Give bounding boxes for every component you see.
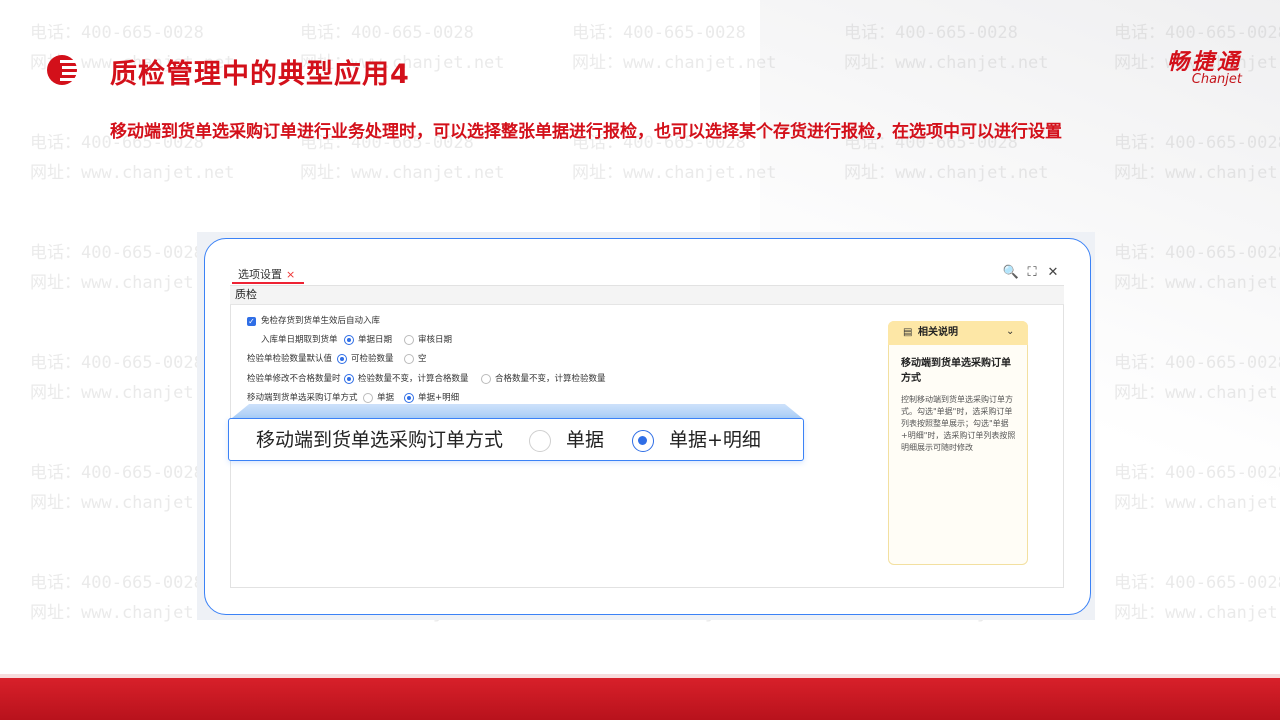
keep-inspect-qty-radio[interactable] <box>344 374 354 384</box>
reject-qty-label: 检验单修改不合格数量时 <box>247 374 341 384</box>
mode-doc-label: 单据 <box>377 393 395 403</box>
watermark-text: 电话：400-665-0028网址：www.chanjet.net <box>1114 463 1280 513</box>
mode-doc-radio[interactable] <box>363 393 373 403</box>
title-logo-icon <box>47 55 78 85</box>
empty-qty-label: 空 <box>418 354 427 364</box>
inspectable-qty-label: 可检验数量 <box>351 354 394 364</box>
section-label: 质检 <box>235 288 257 301</box>
zoom-doc-radio[interactable] <box>529 430 551 452</box>
empty-qty-radio[interactable] <box>404 354 414 364</box>
brand-logo: 畅捷通 Chanjet <box>1167 44 1242 87</box>
audit-date-label: 审核日期 <box>418 335 453 345</box>
help-subtitle: 移动端到货单选采购订单方式 <box>901 358 1011 384</box>
doc-date-label: 单据日期 <box>358 335 393 345</box>
zoom-connector <box>232 404 802 418</box>
audit-date-radio[interactable] <box>404 335 414 345</box>
inspect-qty-label: 检验单检验数量默认值 <box>247 354 333 364</box>
keep-pass-qty-label: 合格数量不变，计算检验数量 <box>495 374 606 384</box>
window-tab-bar <box>230 263 1064 286</box>
document-icon: ▤ <box>903 327 913 338</box>
section-header <box>230 286 1064 305</box>
watermark-text: 电话：400-665-0028网址：www.chanjet.net <box>1114 683 1280 720</box>
watermark-text: 电话：400-665-0028网址：www.chanjet.net <box>844 23 1049 73</box>
maximize-icon[interactable]: ⛶ <box>1023 264 1041 282</box>
doc-date-radio[interactable] <box>344 335 354 345</box>
auto-inbound-label: 免检存货到货单生效后自动入库 <box>261 316 381 326</box>
zoom-doc-detail-label: 单据+明细 <box>669 429 761 451</box>
watermark-text: 电话：400-665-0028网址：www.chanjet.net <box>572 23 777 73</box>
close-icon[interactable]: ✕ <box>1044 264 1062 282</box>
keep-inspect-qty-label: 检验数量不变，计算合格数量 <box>358 374 469 384</box>
zoom-doc-detail-radio[interactable] <box>632 430 654 452</box>
watermark-text: 电话：400-665-0028网址：www.chanjet.net <box>1114 243 1280 293</box>
watermark-text: 电话：400-665-0028网址：www.chanjet.net <box>30 683 235 720</box>
page-title: 质检管理中的典型应用4 <box>110 59 410 90</box>
description-text: 移动端到货单选采购订单进行业务处理时，可以选择整张单据进行报检，也可以选择某个存… <box>110 122 1062 142</box>
mode-doc-detail-label: 单据+明细 <box>418 393 460 403</box>
zoom-doc-label: 单据 <box>566 429 605 451</box>
help-title: 相关说明 <box>918 327 958 338</box>
watermark-text: 电话：400-665-0028网址：www.chanjet.net <box>844 683 1049 720</box>
zoom-mode-label: 移动端到货单选采购订单方式 <box>256 429 504 451</box>
watermark-text: 电话：400-665-0028网址：www.chanjet.net <box>300 683 505 720</box>
search-icon[interactable]: 🔍 <box>1002 264 1020 282</box>
watermark-text: 电话：400-665-0028网址：www.chanjet.net <box>572 683 777 720</box>
mode-doc-detail-radio[interactable] <box>404 393 414 403</box>
inbound-date-label: 入库单日期取到货单 <box>261 335 338 345</box>
keep-pass-qty-radio[interactable] <box>481 374 491 384</box>
mobile-po-mode-label: 移动端到货单选采购订单方式 <box>247 393 358 403</box>
footer-shade <box>0 674 1280 678</box>
footer-band <box>0 678 1280 720</box>
watermark-text: 电话：400-665-0028网址：www.chanjet.net <box>1114 573 1280 623</box>
help-body: 控制移动端到货单选采购订单方式。勾选"单据"时，选采购订单列表按照整单展示；勾选… <box>901 395 1016 452</box>
auto-inbound-checkbox[interactable]: ✓ <box>247 317 256 326</box>
watermark-text: 电话：400-665-0028网址：www.chanjet.net <box>1114 353 1280 403</box>
chevron-down-icon[interactable]: ⌄ <box>1006 325 1014 339</box>
tab-close-icon[interactable]: × <box>286 266 295 284</box>
inspectable-qty-radio[interactable] <box>337 354 347 364</box>
